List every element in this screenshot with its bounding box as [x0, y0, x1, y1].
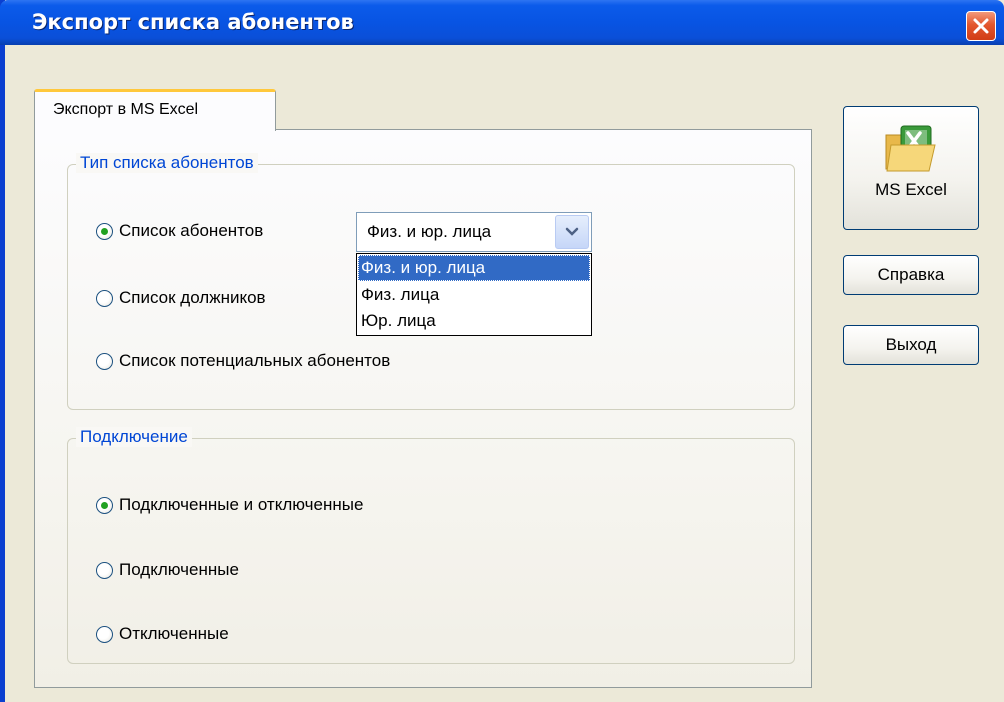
help-button[interactable]: Справка [843, 255, 979, 295]
dropdown-option-individuals-and-legal[interactable]: Физ. и юр. лица [358, 255, 590, 281]
dropdown-option-legal-entities[interactable]: Юр. лица [358, 308, 590, 334]
export-excel-label: MS Excel [875, 180, 947, 199]
radio-button-icon [96, 625, 113, 643]
connection-legend: Подключение [76, 427, 192, 447]
radio-subscribers-list[interactable]: Список абонентов [96, 221, 263, 241]
list-type-legend: Тип списка абонентов [76, 153, 258, 173]
dialog-window: Экспорт списка абонентов Экспорт в MS Ex… [0, 0, 1004, 702]
radio-label: Отключенные [119, 624, 229, 643]
close-icon [973, 18, 989, 34]
chevron-down-icon [565, 227, 579, 236]
person-type-combobox[interactable]: Физ. и юр. лица [356, 212, 592, 252]
help-label: Справка [877, 265, 945, 284]
combobox-value: Физ. и юр. лица [367, 222, 492, 241]
radio-label: Список потенциальных абонентов [119, 351, 391, 370]
radio-button-icon [96, 496, 113, 514]
radio-connected-and-disconnected[interactable]: Подключенные и отключенные [96, 495, 363, 515]
export-excel-button[interactable]: MS Excel [843, 106, 979, 230]
radio-button-icon [96, 561, 113, 579]
title-bar[interactable]: Экспорт списка абонентов [0, 0, 1004, 45]
radio-label: Подключенные и отключенные [119, 495, 364, 514]
radio-button-icon [96, 352, 113, 370]
tab-label: Экспорт в MS Excel [53, 101, 199, 118]
tab-export-excel[interactable]: Экспорт в MS Excel [34, 89, 276, 131]
radio-label: Список абонентов [119, 221, 264, 240]
exit-label: Выход [885, 335, 937, 354]
window-title: Экспорт списка абонентов [32, 10, 354, 34]
combobox-dropdown-button[interactable] [555, 215, 589, 249]
close-button[interactable] [966, 11, 996, 41]
person-type-dropdown-list: Физ. и юр. лица Физ. лица Юр. лица [356, 253, 592, 336]
radio-disconnected[interactable]: Отключенные [96, 624, 229, 644]
radio-button-icon [96, 289, 113, 307]
radio-debtors-list[interactable]: Список должников [96, 288, 266, 308]
radio-label: Подключенные [119, 560, 239, 579]
radio-button-icon [96, 222, 113, 240]
dropdown-option-individuals[interactable]: Физ. лица [358, 282, 590, 308]
exit-button[interactable]: Выход [843, 325, 979, 365]
radio-potential-subscribers-list[interactable]: Список потенциальных абонентов [96, 351, 390, 371]
radio-connected[interactable]: Подключенные [96, 560, 239, 580]
radio-label: Список должников [119, 288, 266, 307]
excel-folder-icon [885, 125, 936, 172]
